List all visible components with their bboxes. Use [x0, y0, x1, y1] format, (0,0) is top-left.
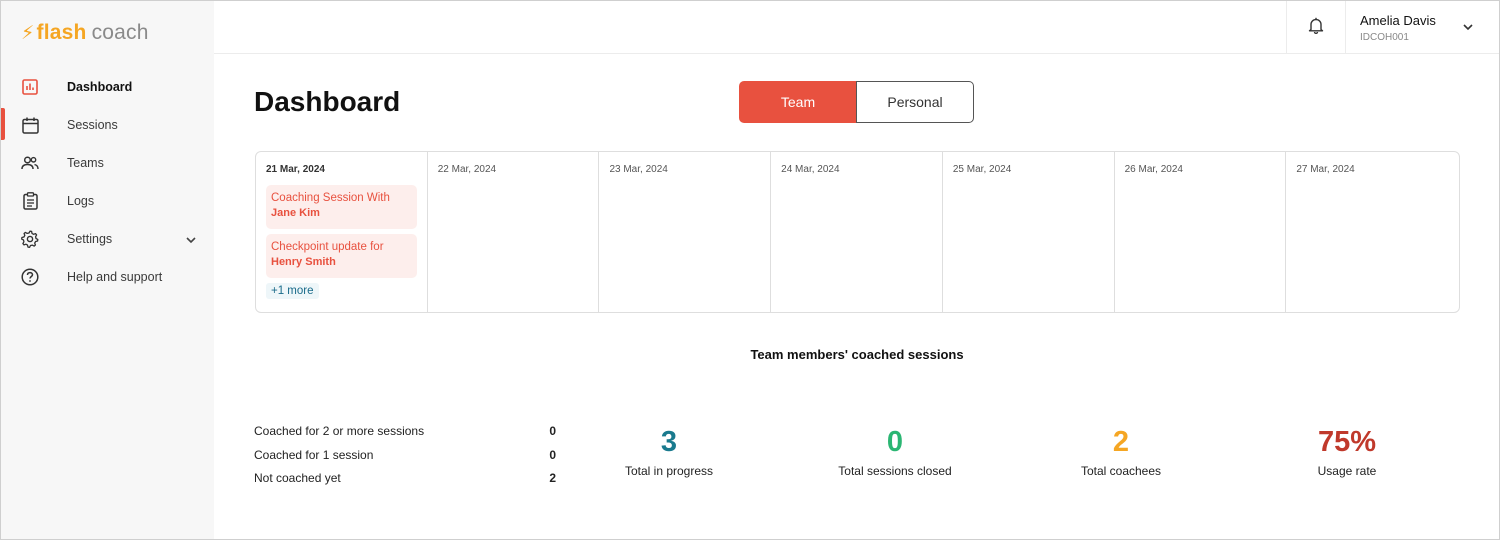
event-person: Jane Kim	[271, 207, 320, 219]
breakdown-value: 0	[549, 424, 556, 438]
breakdown-value: 0	[549, 447, 556, 462]
stat-caption: Total sessions closed	[838, 464, 952, 478]
stat-usage-rate: 75% Usage rate	[1267, 424, 1427, 478]
sidebar-item-label: Logs	[67, 194, 95, 208]
calendar-date: 26 Mar, 2024	[1124, 164, 1183, 175]
calendar-day[interactable]: 23 Mar, 2024	[599, 152, 772, 312]
stat-caption: Total coachees	[1080, 464, 1162, 478]
stat-value: 0	[886, 426, 904, 458]
breakdown-row: Not coached yet 2	[254, 471, 556, 495]
calendar-day[interactable]: 21 Mar, 2024 Coaching Session With Jane …	[256, 152, 428, 312]
stat-total-coachees: 2 Total coachees	[1041, 424, 1201, 478]
breakdown-value: 2	[549, 471, 556, 485]
logo[interactable]: ⚡ flash coach	[21, 21, 149, 45]
people-icon	[21, 154, 39, 172]
calendar-icon	[21, 116, 39, 134]
calendar-date: 23 Mar, 2024	[609, 164, 668, 175]
sidebar-item-logs[interactable]: Logs	[1, 182, 214, 220]
clipboard-icon	[21, 192, 39, 210]
breakdown-row: Coached for 1 session 0	[254, 448, 556, 472]
event-title: Checkpoint update for	[271, 241, 384, 253]
stat-value: 2	[1112, 426, 1130, 458]
coaching-breakdown: Coached for 2 or more sessions 0 Coached…	[254, 424, 556, 495]
calendar-date: 24 Mar, 2024	[781, 164, 840, 175]
breakdown-label: Coached for 1 session	[254, 447, 374, 462]
calendar-date: 27 Mar, 2024	[1296, 164, 1355, 175]
calendar-day[interactable]: 22 Mar, 2024	[428, 152, 600, 312]
notifications-button[interactable]	[1286, 1, 1346, 54]
sidebar-item-label: Help and support	[67, 270, 163, 284]
sidebar-nav: Dashboard Sessions Teams Logs Settings H…	[1, 68, 214, 296]
bar-chart-icon	[21, 78, 39, 96]
event-person: Henry Smith	[271, 256, 336, 268]
breakdown-label: Coached for 2 or more sessions	[254, 424, 425, 438]
calendar-day[interactable]: 25 Mar, 2024	[943, 152, 1115, 312]
question-circle-icon	[21, 268, 39, 286]
calendar-date: 25 Mar, 2024	[952, 164, 1012, 175]
gear-icon	[21, 230, 39, 248]
calendar-event[interactable]: Coaching Session With Jane Kim	[266, 185, 417, 229]
sidebar-item-label: Teams	[67, 156, 104, 170]
calendar-date: 21 Mar, 2024	[266, 164, 325, 175]
bell-icon	[1308, 17, 1324, 39]
user-id: IDCOH001	[1360, 32, 1409, 43]
sidebar-item-teams[interactable]: Teams	[1, 144, 214, 182]
stat-value: 3	[660, 426, 678, 458]
logo-coach: coach	[91, 21, 149, 44]
sidebar-item-help[interactable]: Help and support	[1, 258, 214, 296]
calendar-event[interactable]: Checkpoint update for Henry Smith	[266, 234, 417, 278]
active-nav-indicator	[1, 108, 5, 140]
bolt-icon: ⚡	[21, 22, 35, 44]
event-title: Coaching Session With	[271, 192, 390, 204]
chevron-down-icon[interactable]	[184, 233, 198, 247]
team-toggle-button[interactable]: Team	[739, 81, 857, 123]
user-name[interactable]: Amelia Davis	[1360, 13, 1436, 28]
sidebar-item-dashboard[interactable]: Dashboard	[1, 68, 214, 106]
more-events-link[interactable]: +1 more	[266, 283, 319, 299]
top-bar: Amelia Davis IDCOH001	[214, 1, 1499, 54]
section-title: Team members' coached sessions	[750, 347, 964, 362]
calendar-date: 22 Mar, 2024	[437, 164, 497, 175]
sidebar: ⚡ flash coach Dashboard Sessions Teams L…	[1, 1, 214, 539]
stat-caption: Total in progress	[624, 464, 714, 478]
logo-flash: flash	[36, 21, 87, 44]
stat-total-in-progress: 3 Total in progress	[589, 424, 749, 478]
breakdown-row: Coached for 2 or more sessions 0	[254, 424, 556, 448]
chevron-down-icon[interactable]	[1461, 20, 1475, 34]
sidebar-item-label: Dashboard	[67, 80, 133, 94]
week-calendar: 21 Mar, 2024 Coaching Session With Jane …	[255, 151, 1460, 313]
calendar-day[interactable]: 24 Mar, 2024	[771, 152, 943, 312]
calendar-day[interactable]: 26 Mar, 2024	[1115, 152, 1287, 312]
sidebar-item-sessions[interactable]: Sessions	[1, 106, 214, 144]
team-personal-toggle: Team Personal	[739, 81, 975, 123]
sidebar-item-settings[interactable]: Settings	[1, 220, 214, 258]
stat-caption: Usage rate	[1317, 464, 1377, 478]
stat-total-sessions-closed: 0 Total sessions closed	[815, 424, 975, 478]
sidebar-item-label: Settings	[67, 232, 113, 246]
stat-value: 75%	[1317, 426, 1377, 458]
page-title: Dashboard	[254, 86, 401, 117]
calendar-day[interactable]: 27 Mar, 2024	[1286, 152, 1459, 312]
sidebar-item-label: Sessions	[67, 118, 118, 132]
breakdown-label: Not coached yet	[254, 471, 341, 485]
personal-toggle-button[interactable]: Personal	[856, 81, 974, 123]
